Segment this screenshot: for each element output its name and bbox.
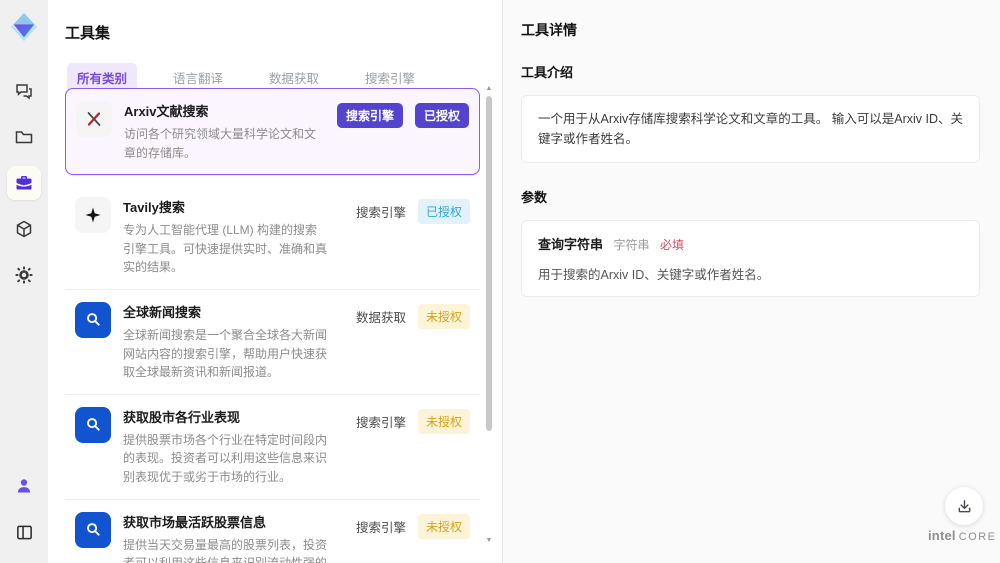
scroll-up-arrow[interactable]: ▲: [484, 84, 494, 94]
tool-name: Tavily搜索: [123, 200, 185, 216]
brand-intel-text: intel: [928, 528, 956, 543]
sidebar-item-models[interactable]: [7, 212, 41, 246]
auth-status-badge[interactable]: 未授权: [417, 303, 470, 329]
arxiv-icon: [76, 101, 112, 137]
intel-core-logo: intel CORE: [928, 527, 997, 545]
scrollbar-thumb[interactable]: [486, 96, 492, 431]
tool-description: 全球新闻搜索是一个聚合全球各大新闻网站内容的搜索引擎，帮助用户快速获取全球最新资…: [123, 327, 328, 380]
detail-title: 工具详情: [521, 22, 577, 38]
list-scrollbar[interactable]: ▲ ▼: [484, 84, 494, 546]
tool-description: 提供股票市场各个行业在特定时间段内的表现。投资者可以利用这些信息来识别表现优于或…: [123, 432, 328, 484]
param-description: 用于搜索的Arxiv ID、关键字或作者姓名。: [538, 268, 770, 282]
app-logo-icon: [7, 10, 41, 44]
cube-icon: [14, 219, 34, 239]
tool-card-list: Arxiv文献搜索 访问各个研究领域大量科学论文和文章的存储库。 搜索引擎 已授…: [65, 88, 480, 563]
search-app-icon: [75, 511, 111, 548]
auth-status-badge[interactable]: 已授权: [417, 199, 470, 225]
tool-description: 访问各个研究领域大量科学论文和文章的存储库。: [124, 127, 317, 160]
brand-core-text: CORE: [958, 531, 997, 543]
category-label: 搜索引擎: [355, 415, 406, 430]
search-app-icon: [75, 406, 111, 443]
tool-name: Arxiv文献搜索: [124, 104, 209, 119]
collapse-sidebar-button[interactable]: [7, 515, 41, 549]
tool-description: 专为人工智能代理 (LLM) 构建的搜索引擎工具。可快速提供实时、准确和真实的结…: [123, 223, 328, 275]
folder-icon: [14, 127, 34, 147]
gear-icon: [14, 265, 34, 285]
sidebar-item-chat[interactable]: [7, 74, 41, 108]
panel-toggle-icon: [15, 523, 34, 542]
chat-icon: [14, 81, 34, 101]
auth-status-badge[interactable]: 未授权: [417, 513, 470, 539]
left-rail: [0, 0, 48, 563]
category-tabs: 所有类别 语言翻译 数据获取 搜索引擎: [48, 43, 502, 92]
intro-box: 一个用于从Arxiv存储库搜索科学论文和文章的工具。 输入可以是Arxiv ID…: [521, 95, 980, 163]
user-avatar[interactable]: [7, 469, 41, 503]
search-app-icon: [75, 301, 111, 338]
download-button[interactable]: [945, 487, 983, 525]
tool-card-most-active-stocks[interactable]: 获取市场最活跃股票信息 提供当天交易量最高的股票列表，投资者可以利用这些信息来识…: [65, 499, 480, 563]
tool-name: 全球新闻搜索: [123, 304, 202, 320]
category-label: 数据获取: [355, 310, 406, 325]
intro-heading: 工具介绍: [521, 65, 574, 80]
download-icon: [956, 498, 973, 515]
toolbox-icon: [14, 173, 34, 193]
tool-card-global-news[interactable]: 全球新闻搜索 全球新闻搜索是一个聚合全球各大新闻网站内容的搜索引擎，帮助用户快速…: [65, 289, 480, 395]
auth-status-badge[interactable]: 已授权: [414, 103, 469, 128]
category-label: 搜索引擎: [355, 206, 406, 221]
param-type: 字符串: [613, 238, 650, 252]
tool-detail-panel: 工具详情 工具介绍 一个用于从Arxiv存储库搜索科学论文和文章的工具。 输入可…: [502, 0, 1000, 563]
scroll-down-arrow[interactable]: ▼: [484, 536, 494, 546]
tool-description: 提供当天交易量最高的股票列表，投资者可以利用这些信息来识别流动性强的股票和潜在的…: [123, 537, 328, 563]
param-name: 查询字符串: [538, 237, 604, 252]
tool-name: 获取股市各行业表现: [123, 409, 241, 425]
sidebar-item-settings[interactable]: [7, 258, 41, 292]
tool-list-panel: 工具集 所有类别 语言翻译 数据获取 搜索引擎 Arxiv文献搜索 访问各个研究…: [48, 0, 502, 563]
auth-status-badge[interactable]: 未授权: [417, 408, 470, 434]
intro-text: 一个用于从Arxiv存储库搜索科学论文和文章的工具。 输入可以是Arxiv ID…: [538, 112, 964, 146]
tool-card-sector-performance[interactable]: 获取股市各行业表现 提供股票市场各个行业在特定时间段内的表现。投资者可以利用这些…: [65, 394, 480, 500]
param-box: 查询字符串 字符串 必填 用于搜索的Arxiv ID、关键字或作者姓名。: [521, 220, 980, 297]
sidebar-item-files[interactable]: [7, 120, 41, 154]
tool-card-tavily[interactable]: Tavily搜索 专为人工智能代理 (LLM) 构建的搜索引擎工具。可快速提供实…: [65, 185, 480, 290]
tool-name: 获取市场最活跃股票信息: [123, 514, 267, 530]
tavily-star-icon: [75, 197, 111, 234]
category-label: 搜索引擎: [355, 520, 406, 535]
tool-card-arxiv[interactable]: Arxiv文献搜索 访问各个研究领域大量科学论文和文章的存储库。 搜索引擎 已授…: [65, 88, 480, 176]
avatar-icon: [14, 476, 34, 496]
param-required-flag: 必填: [659, 238, 684, 252]
sidebar-item-toolbox[interactable]: [7, 166, 41, 200]
page-title: 工具集: [65, 25, 111, 42]
category-badge[interactable]: 搜索引擎: [336, 103, 403, 128]
params-heading: 参数: [521, 190, 548, 205]
app-window: 工具集 所有类别 语言翻译 数据获取 搜索引擎 Arxiv文献搜索 访问各个研究…: [0, 0, 1000, 563]
